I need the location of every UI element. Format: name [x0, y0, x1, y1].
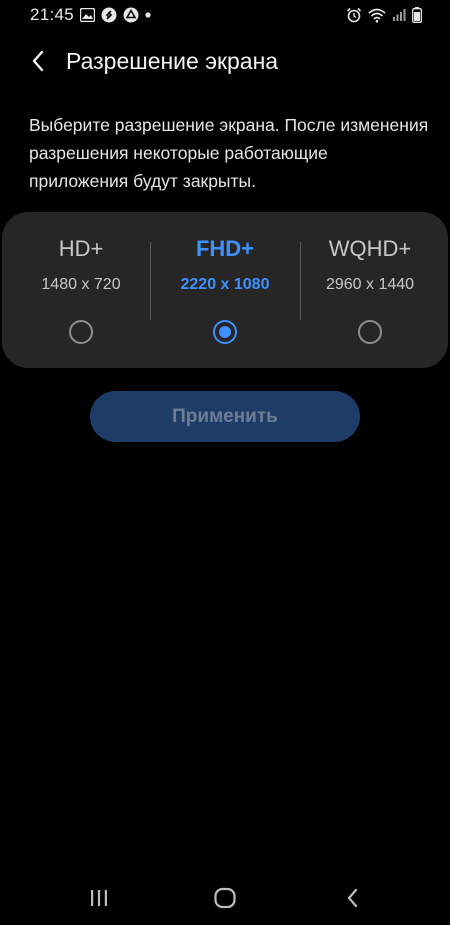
- alarm-icon: [346, 7, 362, 23]
- system-icons: [346, 6, 422, 24]
- image-icon: [80, 8, 95, 22]
- radio-wqhd-plus[interactable]: [358, 320, 382, 344]
- status-bar: 21:45: [0, 0, 450, 30]
- drive-icon: [123, 7, 139, 23]
- dot-icon: [145, 12, 151, 18]
- resolution-selector: HD+ 1480 x 720 FHD+ 2220 x 1080 WQHD+ 29…: [2, 212, 448, 368]
- option-name: FHD+: [195, 236, 255, 261]
- recent-apps-button[interactable]: [84, 885, 114, 915]
- chevron-left-icon: [31, 50, 45, 77]
- radio-fhd-plus[interactable]: [213, 320, 237, 344]
- recent-apps-icon: [89, 888, 109, 913]
- shazam-icon: [101, 7, 117, 23]
- option-name: HD+: [58, 236, 104, 261]
- page-title: Разрешение экрана: [66, 48, 279, 74]
- wifi-icon: [368, 8, 386, 23]
- option-size: 1480 x 720: [41, 276, 121, 293]
- navigation-bar: [0, 875, 450, 925]
- option-wqhd-plus[interactable]: WQHD+ 2960 x 1440: [296, 212, 444, 368]
- apply-button[interactable]: Применить: [90, 391, 360, 442]
- notification-icons: [80, 7, 151, 23]
- option-fhd-plus[interactable]: FHD+ 2220 x 1080: [151, 212, 299, 368]
- option-size: 2220 x 1080: [180, 276, 270, 293]
- option-hd-plus[interactable]: HD+ 1480 x 720: [7, 212, 155, 368]
- back-button[interactable]: [22, 47, 54, 79]
- option-size: 2960 x 1440: [325, 276, 415, 293]
- home-button[interactable]: [210, 885, 240, 915]
- home-icon: [213, 886, 237, 915]
- radio-hd-plus[interactable]: [69, 320, 93, 344]
- nav-back-button[interactable]: [337, 885, 367, 915]
- description-text: Выберите разрешение экрана. После измене…: [29, 115, 429, 191]
- signal-icon: [392, 8, 406, 22]
- back-icon: [345, 887, 359, 914]
- option-name: WQHD+: [328, 236, 412, 261]
- app-header: Разрешение экрана: [0, 38, 450, 88]
- status-time: 21:45: [30, 5, 75, 24]
- battery-icon: [412, 7, 422, 23]
